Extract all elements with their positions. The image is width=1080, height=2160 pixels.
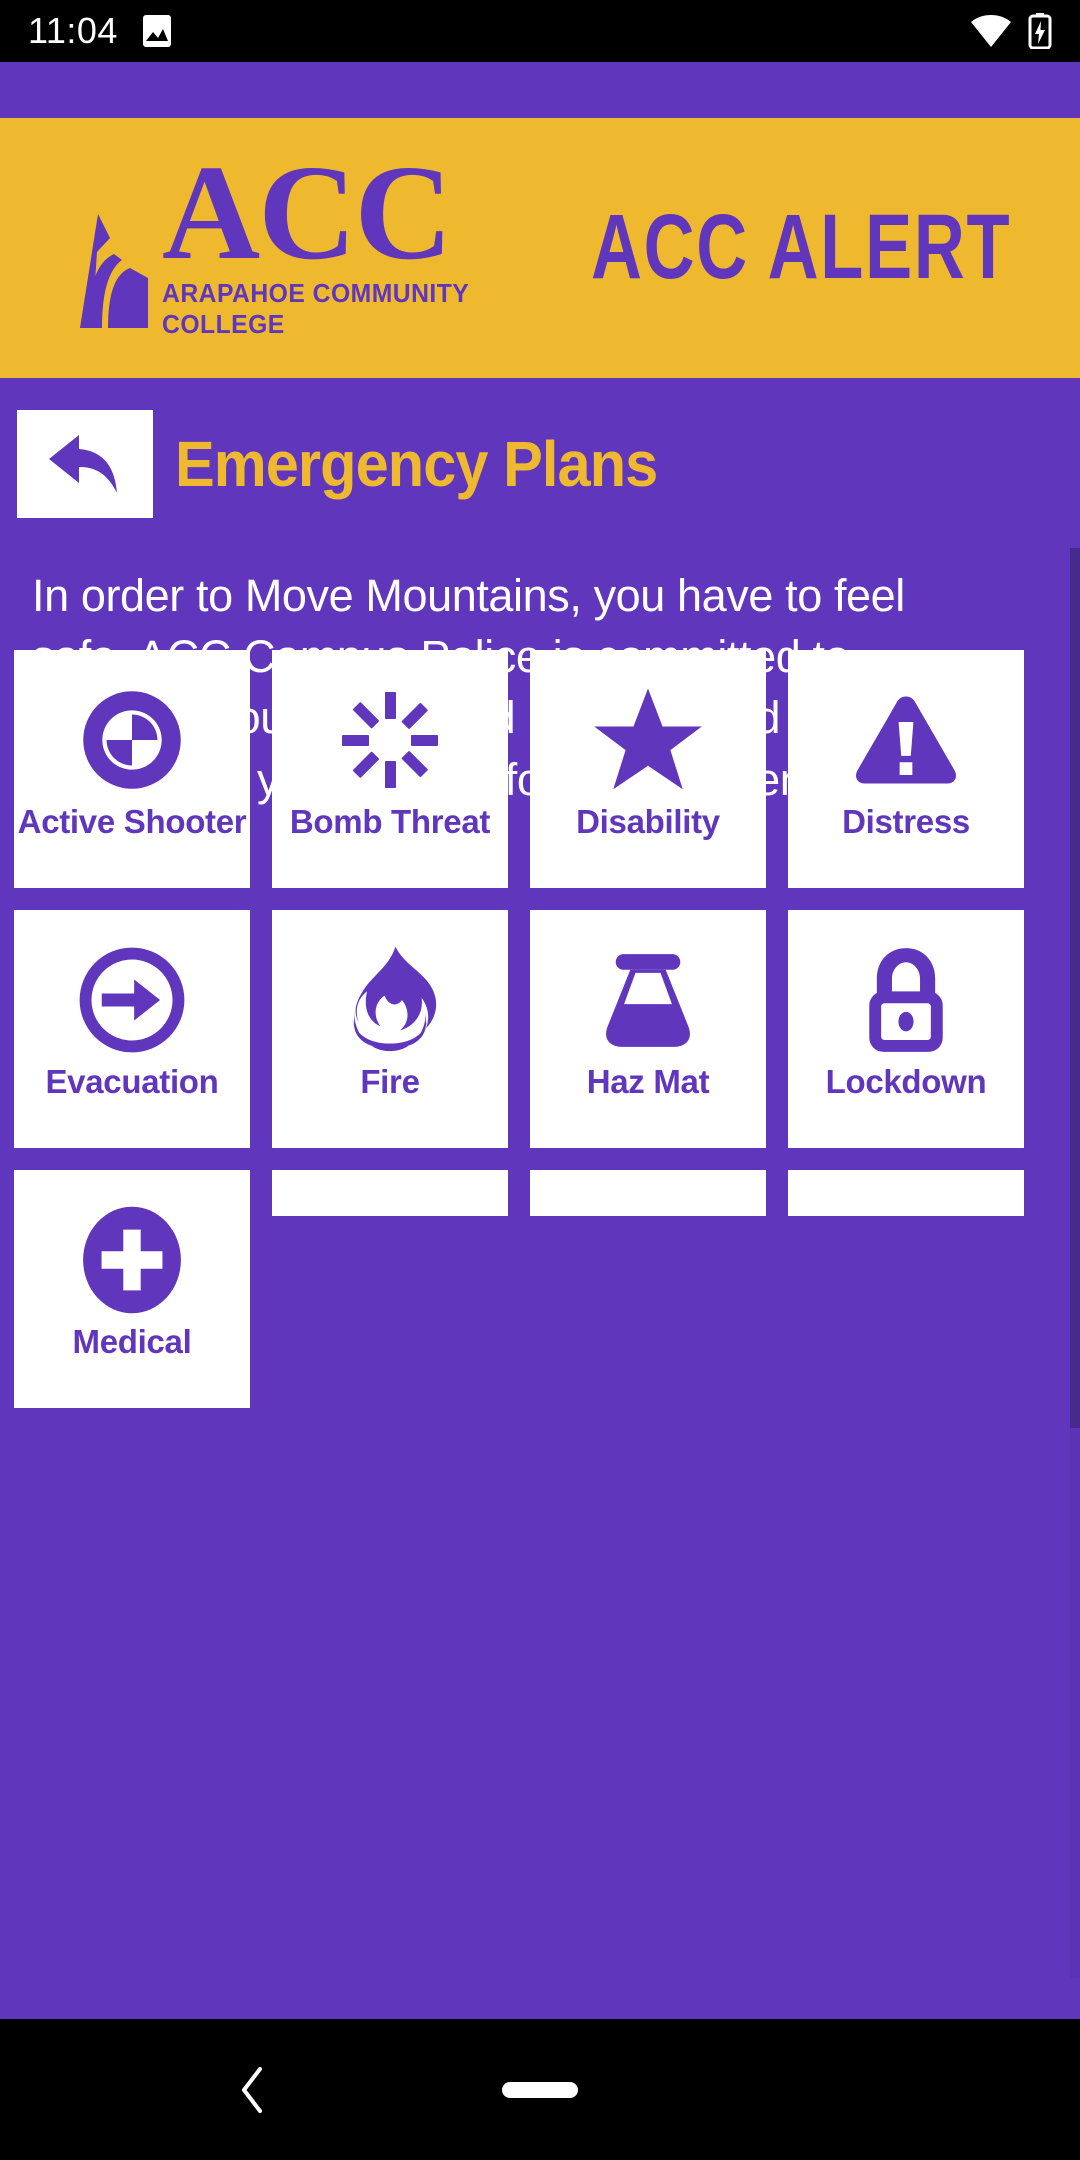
- status-bar: 11:04: [0, 0, 1080, 62]
- tile-label: Lockdown: [825, 1063, 987, 1100]
- status-notification-icons: [142, 14, 172, 48]
- tile-disability[interactable]: Disability: [530, 650, 766, 888]
- tile-label: Active Shooter: [17, 803, 247, 840]
- image-icon: [142, 14, 172, 48]
- tile-label: Evacuation: [45, 1063, 219, 1100]
- acc-logo: ACC ARAPAHOE COMMUNITY COLLEGE: [52, 137, 513, 340]
- back-arrow-icon: [47, 431, 123, 497]
- crosshair-target-icon: [79, 684, 185, 796]
- back-button[interactable]: [17, 410, 153, 518]
- tile-distress[interactable]: Distress: [788, 650, 1024, 888]
- tile-active-shooter[interactable]: Active Shooter: [14, 650, 250, 888]
- app-name-title: ACC ALERT: [591, 196, 1012, 299]
- scrollbar-thumb[interactable]: [1070, 548, 1080, 1428]
- emergency-plan-grid: Active Shooter Bomb Threat Disability Di…: [14, 650, 1066, 1408]
- tile-row4-col3[interactable]: [788, 1170, 1024, 1216]
- home-pill-icon[interactable]: [502, 2081, 578, 2098]
- status-time: 11:04: [28, 10, 118, 51]
- tile-label: Distress: [842, 803, 970, 840]
- chevron-left-icon[interactable]: [238, 2066, 266, 2113]
- tile-label: Disability: [576, 803, 720, 840]
- acc-mountain-logo-icon: [52, 208, 168, 340]
- flame-icon: [341, 944, 439, 1056]
- wifi-icon: [970, 14, 1012, 48]
- explosion-burst-icon: [340, 684, 440, 796]
- warning-triangle-icon: [853, 684, 959, 796]
- padlock-icon: [862, 944, 950, 1056]
- tile-row4-col1[interactable]: [272, 1170, 508, 1216]
- tile-lockdown[interactable]: Lockdown: [788, 910, 1024, 1148]
- battery-charging-icon: [1028, 13, 1052, 49]
- acc-logo-tagline: ARAPAHOE COMMUNITY COLLEGE: [162, 278, 469, 340]
- tile-haz-mat[interactable]: Haz Mat: [530, 910, 766, 1148]
- tile-label: Haz Mat: [586, 1063, 710, 1100]
- page-header: Emergency Plans: [0, 378, 1080, 550]
- header-purple-gap: [0, 62, 1080, 116]
- tile-bomb-threat[interactable]: Bomb Threat: [272, 650, 508, 888]
- acc-logo-text-block: ACC ARAPAHOE COMMUNITY COLLEGE: [162, 137, 513, 340]
- system-nav-bar: [0, 2019, 1080, 2160]
- tile-fire[interactable]: Fire: [272, 910, 508, 1148]
- tile-row4-col2[interactable]: [530, 1170, 766, 1216]
- tile-label: Fire: [360, 1063, 420, 1100]
- star-icon: [592, 684, 704, 796]
- tile-medical[interactable]: Medical: [14, 1170, 250, 1408]
- arrow-right-circle-icon: [78, 944, 186, 1056]
- tile-label: Bomb Threat: [289, 803, 491, 840]
- brand-banner: ACC ARAPAHOE COMMUNITY COLLEGE ACC ALERT: [0, 118, 1080, 378]
- status-system-icons: [970, 13, 1052, 49]
- tile-evacuation[interactable]: Evacuation: [14, 910, 250, 1148]
- flask-beaker-icon: [600, 944, 696, 1056]
- app-screen: 11:04 ACC ARAPAHOE COMMUNITY COLLEGE ACC…: [0, 0, 1080, 2160]
- medical-plus-circle-icon: [82, 1204, 182, 1316]
- tile-label: Medical: [72, 1323, 192, 1360]
- acc-logo-wordmark: ACC: [162, 137, 453, 288]
- page-title: Emergency Plans: [175, 428, 658, 500]
